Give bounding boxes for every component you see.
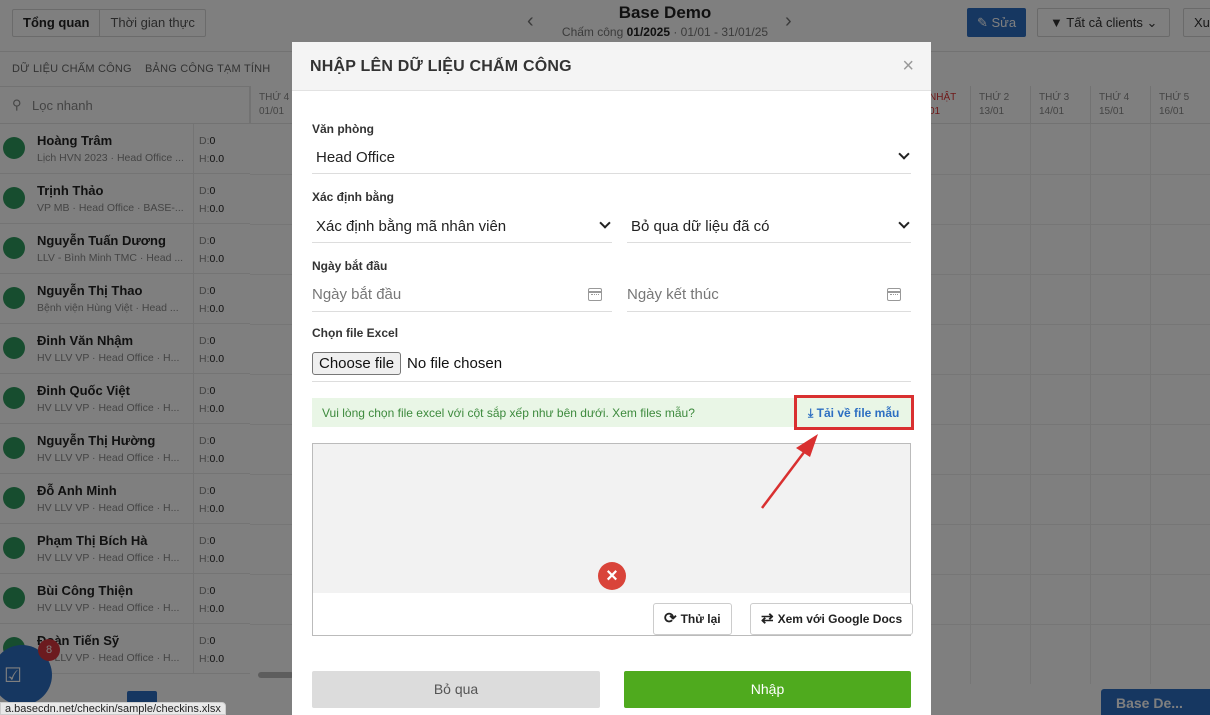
start-date-label: Ngày bắt đầu	[312, 259, 388, 273]
file-preview: × ⟳ Thử lại ⇄ Xem với Google Docs	[312, 443, 914, 636]
file-label: Chọn file Excel	[312, 326, 399, 340]
google-docs-button[interactable]: ⇄ Xem với Google Docs	[750, 603, 914, 635]
identify-select[interactable]: Xác định bằng mã nhân viên	[312, 209, 612, 243]
download-sample-highlight: ⤓ Tải về file mẫu	[794, 395, 914, 430]
close-icon[interactable]: ×	[902, 55, 914, 78]
cancel-button[interactable]: Bỏ qua	[312, 671, 600, 708]
refresh-icon: ⟳	[664, 610, 677, 627]
office-label: Văn phòng	[312, 122, 374, 136]
modal-title: NHẬP LÊN DỮ LIỆU CHẤM CÔNG	[310, 58, 572, 75]
calendar-icon	[887, 288, 901, 301]
identify-label: Xác định bằng	[312, 190, 395, 204]
retry-button[interactable]: ⟳ Thử lại	[653, 603, 732, 635]
sample-note-text: Vui lòng chọn file excel với cột sắp xếp…	[322, 406, 695, 420]
link-status-bar: a.basecdn.net/checkin/sample/checkins.xl…	[0, 702, 226, 715]
duplicate-select[interactable]: Bỏ qua dữ liệu đã có	[627, 209, 911, 243]
chevron-down-icon	[898, 217, 910, 229]
chevron-down-icon	[599, 217, 611, 229]
chevron-down-icon	[898, 148, 910, 160]
calendar-icon	[588, 288, 602, 301]
choose-file-button[interactable]: Choose file	[312, 352, 402, 375]
download-sample-link[interactable]: ⤓ Tải về file mẫu	[808, 406, 899, 421]
file-input: Choose file No file chosen	[312, 348, 911, 382]
file-status: No file chosen	[407, 355, 503, 372]
swap-icon: ⇄	[761, 610, 774, 627]
error-icon: ×	[598, 562, 626, 590]
start-date-input[interactable]: Ngày bắt đầu	[312, 278, 612, 312]
end-date-input[interactable]: Ngày kết thúc	[627, 278, 911, 312]
import-button[interactable]: Nhập	[624, 671, 911, 708]
import-modal: NHẬP LÊN DỮ LIỆU CHẤM CÔNG × Văn phòng H…	[292, 42, 931, 715]
modal-header: NHẬP LÊN DỮ LIỆU CHẤM CÔNG ×	[292, 42, 931, 91]
office-select[interactable]: Head Office	[312, 140, 911, 174]
download-icon: ⤓	[808, 406, 817, 420]
